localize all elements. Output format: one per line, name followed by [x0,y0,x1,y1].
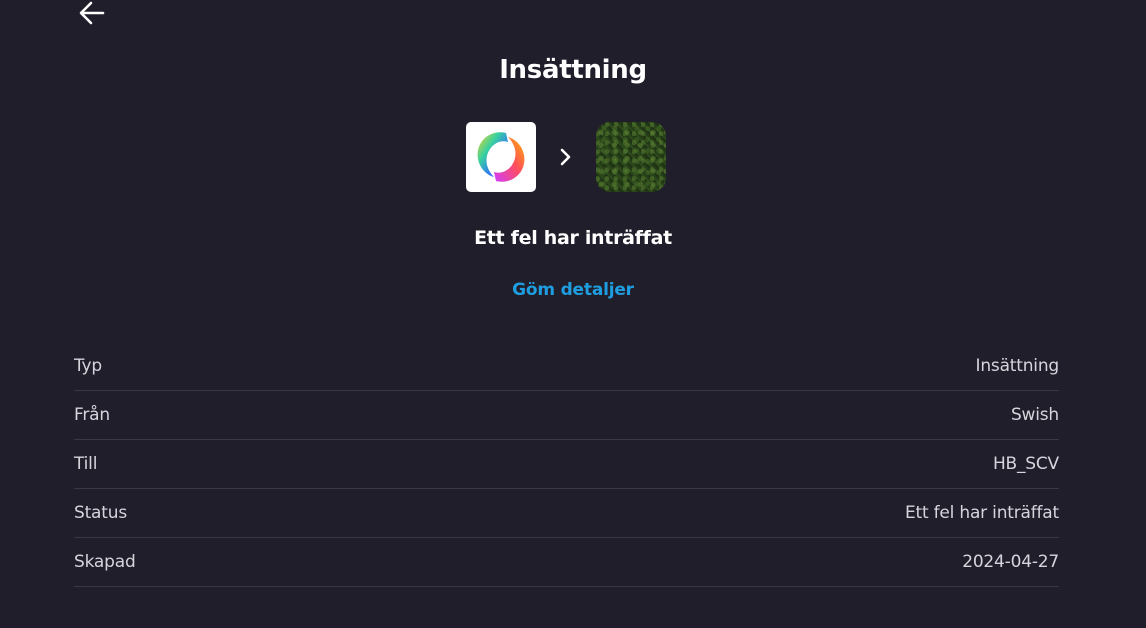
details-list: Typ Insättning Från Swish Till HB_SCV St… [74,342,1059,587]
page-title: Insättning [499,55,647,85]
detail-label: Typ [74,356,102,376]
detail-value: Insättning [975,356,1060,376]
hide-details-link[interactable]: Göm detaljer [512,280,634,300]
transfer-flow [466,122,666,192]
detail-value: Ett fel har inträffat [904,503,1059,523]
transaction-detail-page: Insättning Ett fel har inträffat Göm det… [0,0,1146,628]
detail-row-to: Till HB_SCV [74,440,1059,489]
toggle-details: Göm detaljer [0,280,1146,300]
arrow-left-icon [79,1,105,25]
detail-label: Till [74,454,98,474]
detail-value: Swish [1010,405,1059,425]
swish-logo-icon [466,122,536,192]
destination-avatar [596,122,666,192]
chevron-right-icon [560,148,571,166]
detail-row-status: Status Ett fel har inträffat [74,489,1059,538]
detail-value: 2024-04-27 [962,552,1059,572]
detail-row-type: Typ Insättning [74,342,1059,391]
back-button[interactable] [78,0,106,26]
detail-row-from: Från Swish [74,391,1059,440]
status-heading: Ett fel har inträffat [474,227,672,249]
detail-label: Skapad [74,552,136,572]
detail-label: Från [74,405,110,425]
detail-row-created: Skapad 2024-04-27 [74,538,1059,587]
detail-label: Status [74,503,127,523]
detail-value: HB_SCV [992,454,1059,474]
